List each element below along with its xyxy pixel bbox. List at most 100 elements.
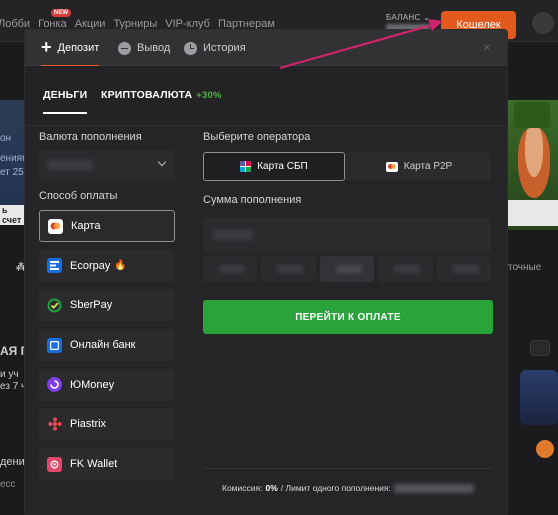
preset-value-blurred (277, 265, 304, 273)
promo-button-left[interactable]: ь счет (0, 205, 27, 225)
method-sberpay-label: SberPay (70, 299, 113, 312)
section-text-left-1: и уч (0, 369, 19, 380)
amount-preset-1[interactable] (203, 256, 258, 282)
amount-preset-5[interactable] (436, 256, 492, 282)
fire-icon: 🔥 (114, 260, 127, 272)
amount-value-blurred (213, 230, 253, 240)
payment-method-list: Карта Ecorpay 🔥 SberPay Онлайн банк ЮMon… (39, 210, 175, 488)
tab-withdraw[interactable]: Вывод (118, 30, 170, 66)
currency-value-blurred (47, 160, 93, 170)
promo-button-left-label: ь счет (2, 205, 22, 225)
balance-label[interactable]: БАЛАНС ⌄ (386, 13, 430, 22)
card-icon (48, 218, 63, 234)
p2p-icon (385, 161, 398, 172)
method-card-label: Карта (71, 220, 101, 232)
chevron-down-icon (157, 157, 167, 167)
tab-money[interactable]: ДЕНЬГИ (43, 89, 88, 114)
minus-circle-icon (118, 41, 131, 55)
operator-p2p-card-label: Карта P2P (403, 161, 453, 172)
tab-deposit-label: Депозит (57, 42, 100, 54)
new-badge: NEW (51, 9, 71, 17)
leprechaun-hat-image (514, 102, 550, 128)
pay-button-label: ПЕРЕЙТИ К ОПЛАТЕ (295, 311, 401, 323)
fk-wallet-icon (47, 456, 62, 472)
close-icon[interactable]: × (480, 40, 494, 54)
ecorpay-icon (47, 258, 62, 274)
section-text-left-4: есс (0, 479, 16, 490)
proceed-to-payment-button[interactable]: ПЕРЕЙТИ К ОПЛАТЕ (203, 300, 493, 334)
commission-label: Комиссия: (222, 483, 263, 493)
promo-button-right[interactable] (508, 200, 558, 226)
amount-label: Сумма пополнения (203, 194, 302, 206)
crypto-bonus-badge: +30% (196, 90, 222, 101)
tab-crypto[interactable]: КРИПТОВАЛЮТА +30% (101, 89, 222, 109)
sberpay-icon (47, 298, 62, 313)
clock-icon (184, 41, 197, 55)
yumoney-icon (47, 377, 62, 393)
commission-note: Комиссия: 0% / Лимит одного пополнения: (222, 483, 474, 493)
tab-history[interactable]: История (184, 30, 246, 66)
modal-header: + Депозит Вывод История × (25, 30, 507, 67)
operator-sbp-card[interactable]: Карта СБП (203, 152, 345, 181)
section-title-left: АЯ Г (0, 344, 28, 358)
method-fk-wallet[interactable]: FK Wallet (39, 448, 175, 481)
tab-withdraw-label: Вывод (137, 42, 171, 54)
game-thumbnail[interactable] (520, 370, 558, 425)
site-nav: Лобби Гонка Акции Турниры VIP-клуб Партн… (0, 18, 283, 30)
method-card[interactable]: Карта (39, 210, 175, 242)
nav-partners[interactable]: Партнерам (218, 18, 275, 30)
method-yumoney[interactable]: ЮMoney (39, 368, 175, 401)
method-online-bank[interactable]: Онлайн банк (39, 329, 175, 362)
leprechaun-image (518, 128, 550, 198)
nav-race[interactable]: Гонка (38, 18, 67, 30)
tab-deposit[interactable]: + Депозит (41, 30, 100, 67)
amount-preset-4[interactable] (378, 256, 433, 282)
operator-selector: Карта СБП Карта P2P (203, 152, 491, 181)
chevron-down-icon: ⌄ (423, 13, 431, 22)
amount-preset-2[interactable] (261, 256, 316, 282)
tab-money-label: ДЕНЬГИ (43, 89, 88, 101)
method-yumoney-label: ЮMoney (70, 378, 115, 391)
method-piastrix-label: Piastrix (70, 418, 107, 431)
tab-history-label: История (203, 42, 246, 54)
chat-icon[interactable] (530, 340, 550, 356)
avatar[interactable] (532, 12, 554, 34)
commission-value: 0% (265, 483, 278, 493)
preset-value-blurred (394, 265, 421, 273)
section-text-left-3: дени (0, 456, 25, 468)
preset-value-blurred (219, 265, 245, 273)
amount-preset-3[interactable] (319, 256, 375, 282)
preset-value-blurred (335, 265, 362, 273)
operator-sbp-card-label: Карта СБП (257, 161, 308, 172)
method-fk-wallet-label: FK Wallet (70, 458, 118, 471)
nav-promotions[interactable]: Акции (75, 18, 106, 30)
nav-lobby[interactable]: Лобби (0, 18, 30, 30)
section-text-left-2: ез 7 ч (0, 381, 27, 392)
method-ecorpay-label: Ecorpay (70, 259, 111, 272)
promo-text-1: он (0, 133, 12, 144)
tab-crypto-label: КРИПТОВАЛЮТА (101, 89, 193, 101)
nav-tournaments[interactable]: Турниры (113, 18, 157, 30)
method-ecorpay[interactable]: Ecorpay 🔥 (39, 249, 175, 282)
operator-label: Выберите оператора (203, 131, 311, 143)
nav-vip-club[interactable]: VIP-клуб (165, 18, 210, 30)
method-sberpay[interactable]: SberPay (39, 289, 175, 322)
support-icon[interactable] (536, 440, 554, 458)
plus-icon: + (41, 37, 52, 57)
sbp-icon (240, 161, 252, 172)
currency-select[interactable] (39, 150, 175, 180)
deposit-modal: + Депозит Вывод История × ДЕНЬГИ КРИПТОВ… (25, 30, 507, 515)
amount-input[interactable] (203, 218, 491, 252)
section-text-right: точные (508, 262, 542, 273)
online-bank-icon (47, 337, 62, 353)
method-online-bank-label: Онлайн банк (70, 339, 136, 352)
method-piastrix[interactable]: Piastrix (39, 408, 175, 441)
operator-p2p-card[interactable]: Карта P2P (347, 152, 491, 181)
preset-value-blurred (452, 265, 479, 273)
amount-presets (203, 256, 492, 282)
currency-label: Валюта пополнения (39, 131, 142, 143)
limit-value-blurred (393, 483, 474, 493)
payment-method-label: Способ оплаты (39, 190, 118, 202)
divider (203, 468, 493, 469)
limit-label: / Лимит одного пополнения: (280, 483, 391, 493)
